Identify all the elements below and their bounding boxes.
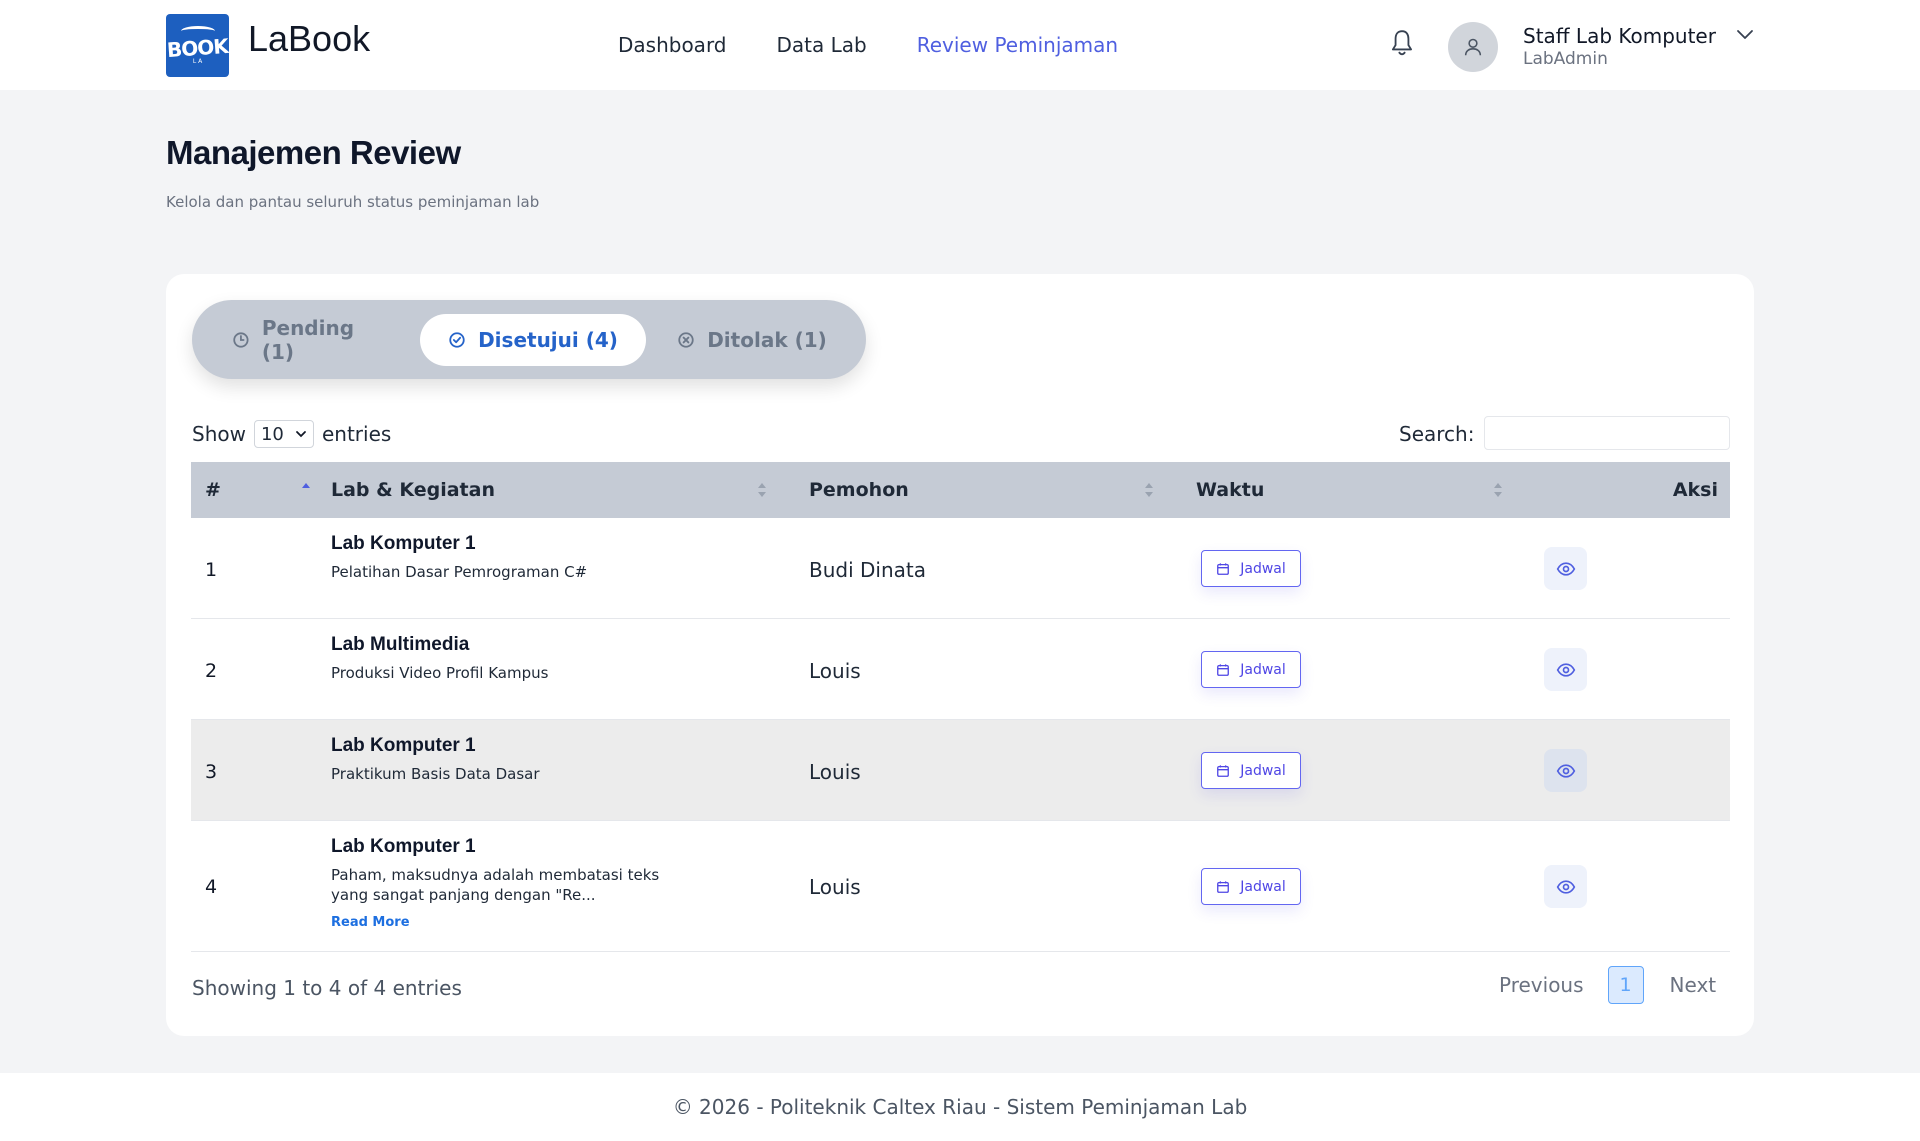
eye-icon <box>1556 662 1575 677</box>
table-row: 4 Lab Komputer 1 Paham, maksudnya adalah… <box>191 821 1730 952</box>
row-number: 4 <box>205 876 218 898</box>
tab-approved-label: Disetujui (4) <box>478 328 618 352</box>
view-detail-button[interactable] <box>1544 547 1587 590</box>
chevron-down-icon <box>296 431 306 438</box>
lab-name: Lab Komputer 1 <box>331 735 476 756</box>
jadwal-button[interactable]: Jadwal <box>1201 550 1301 587</box>
row-number: 1 <box>205 559 218 581</box>
eye-icon <box>1556 763 1575 778</box>
sort-icon <box>758 483 766 497</box>
col-waktu-header[interactable]: Waktu <box>1196 479 1264 501</box>
row-number: 2 <box>205 660 218 682</box>
nav-review-peminjaman[interactable]: Review Peminjaman <box>917 33 1118 57</box>
pagination-previous[interactable]: Previous <box>1499 973 1584 997</box>
main-nav: Dashboard Data Lab Review Peminjaman <box>618 33 1168 57</box>
table-row: 3 Lab Komputer 1 Praktikum Basis Data Da… <box>191 720 1730 821</box>
user-name[interactable]: Staff Lab Komputer <box>1523 24 1716 48</box>
pagination: Previous 1 Next <box>1499 966 1716 1004</box>
jadwal-button-label: Jadwal <box>1240 878 1286 895</box>
row-number: 3 <box>205 761 218 783</box>
lab-name: Lab Komputer 1 <box>331 533 476 554</box>
eye-icon <box>1556 879 1575 894</box>
jadwal-button-label: Jadwal <box>1240 560 1286 577</box>
search-input[interactable] <box>1484 416 1730 450</box>
activity-description: Produksi Video Profil Kampus <box>331 664 549 682</box>
sort-icon <box>1145 483 1153 497</box>
page-subtitle: Kelola dan pantau seluruh status peminja… <box>166 193 540 211</box>
brand-name[interactable]: LaBook <box>248 18 370 60</box>
activity-description: Paham, maksudnya adalah membatasi teks y… <box>331 866 660 904</box>
view-detail-button[interactable] <box>1544 749 1587 792</box>
entries-select-value: 10 <box>260 423 284 445</box>
col-aksi-header: Aksi <box>1672 479 1718 501</box>
entries-label: entries <box>321 422 392 446</box>
entries-select[interactable]: 10 <box>253 420 314 448</box>
lab-name: Lab Komputer 1 <box>331 836 476 857</box>
clock-icon <box>233 332 249 348</box>
top-navbar: BOOK L A LaBook Dashboard Data Lab Revie… <box>0 0 1920 90</box>
jadwal-button[interactable]: Jadwal <box>1201 752 1301 789</box>
tab-pending-label: Pending (1) <box>261 316 355 364</box>
x-circle-icon <box>678 332 694 348</box>
table-header: # Lab & Kegiatan Pemohon Waktu Aksi <box>191 462 1730 518</box>
jadwal-button-label: Jadwal <box>1240 762 1286 779</box>
calendar-icon <box>1217 764 1230 777</box>
logo-word: BOOK <box>166 33 229 62</box>
user-icon <box>1464 38 1482 56</box>
lab-name: Lab Multimedia <box>331 634 470 655</box>
jadwal-button-label: Jadwal <box>1240 661 1286 678</box>
calendar-icon <box>1217 880 1230 893</box>
footer-text: © 2026 - Politeknik Caltex Riau - Sistem… <box>672 1095 1248 1119</box>
col-lab-header[interactable]: Lab & Kegiatan <box>331 479 495 501</box>
bell-icon[interactable] <box>1389 28 1415 58</box>
show-entries-control: Show 10 entries <box>192 420 391 448</box>
activity-description: Praktikum Basis Data Dasar <box>331 765 540 783</box>
activity-description: Pelatihan Dasar Pemrograman C# <box>331 563 588 581</box>
sort-icon <box>1494 483 1502 497</box>
check-circle-icon <box>449 332 465 348</box>
table-row: 1 Lab Komputer 1 Pelatihan Dasar Pemrogr… <box>191 518 1730 619</box>
calendar-icon <box>1217 562 1230 575</box>
brand-logo[interactable]: BOOK L A <box>166 14 229 77</box>
review-card: Pending (1) Disetujui (4) Ditolak (1) Sh… <box>166 274 1754 1036</box>
requester-name: Louis <box>809 875 861 899</box>
view-detail-button[interactable] <box>1544 865 1587 908</box>
view-detail-button[interactable] <box>1544 648 1587 691</box>
user-role: LabAdmin <box>1523 49 1608 69</box>
requester-name: Louis <box>809 659 861 683</box>
requester-name: Budi Dinata <box>809 558 926 582</box>
col-num-header[interactable]: # <box>205 479 221 501</box>
jadwal-button[interactable]: Jadwal <box>1201 868 1301 905</box>
tab-rejected-label: Ditolak (1) <box>707 328 827 352</box>
calendar-icon <box>1217 663 1230 676</box>
show-label: Show <box>192 422 246 446</box>
pagination-page-current[interactable]: 1 <box>1607 966 1644 1004</box>
jadwal-button[interactable]: Jadwal <box>1201 651 1301 688</box>
tab-pending[interactable]: Pending (1) <box>232 314 392 366</box>
user-avatar[interactable] <box>1448 22 1498 72</box>
sort-asc-icon <box>302 483 310 488</box>
read-more-link[interactable]: Read More <box>331 915 410 930</box>
page-title: Manajemen Review <box>166 134 461 171</box>
nav-dashboard[interactable]: Dashboard <box>618 33 727 57</box>
requester-name: Louis <box>809 760 861 784</box>
eye-icon <box>1556 561 1575 576</box>
search-label: Search: <box>1399 422 1475 446</box>
pagination-next[interactable]: Next <box>1670 973 1717 997</box>
tab-rejected[interactable]: Ditolak (1) <box>672 314 832 366</box>
book-icon <box>180 25 215 36</box>
col-pemohon-header[interactable]: Pemohon <box>809 479 909 501</box>
table-info: Showing 1 to 4 of 4 entries <box>192 976 462 1000</box>
nav-data-lab[interactable]: Data Lab <box>777 33 867 57</box>
footer: © 2026 - Politeknik Caltex Riau - Sistem… <box>0 1073 1920 1141</box>
chevron-down-icon[interactable] <box>1735 28 1755 42</box>
status-tabs: Pending (1) Disetujui (4) Ditolak (1) <box>192 300 866 379</box>
table-row: 2 Lab Multimedia Produksi Video Profil K… <box>191 619 1730 720</box>
tab-approved[interactable]: Disetujui (4) <box>420 314 646 366</box>
